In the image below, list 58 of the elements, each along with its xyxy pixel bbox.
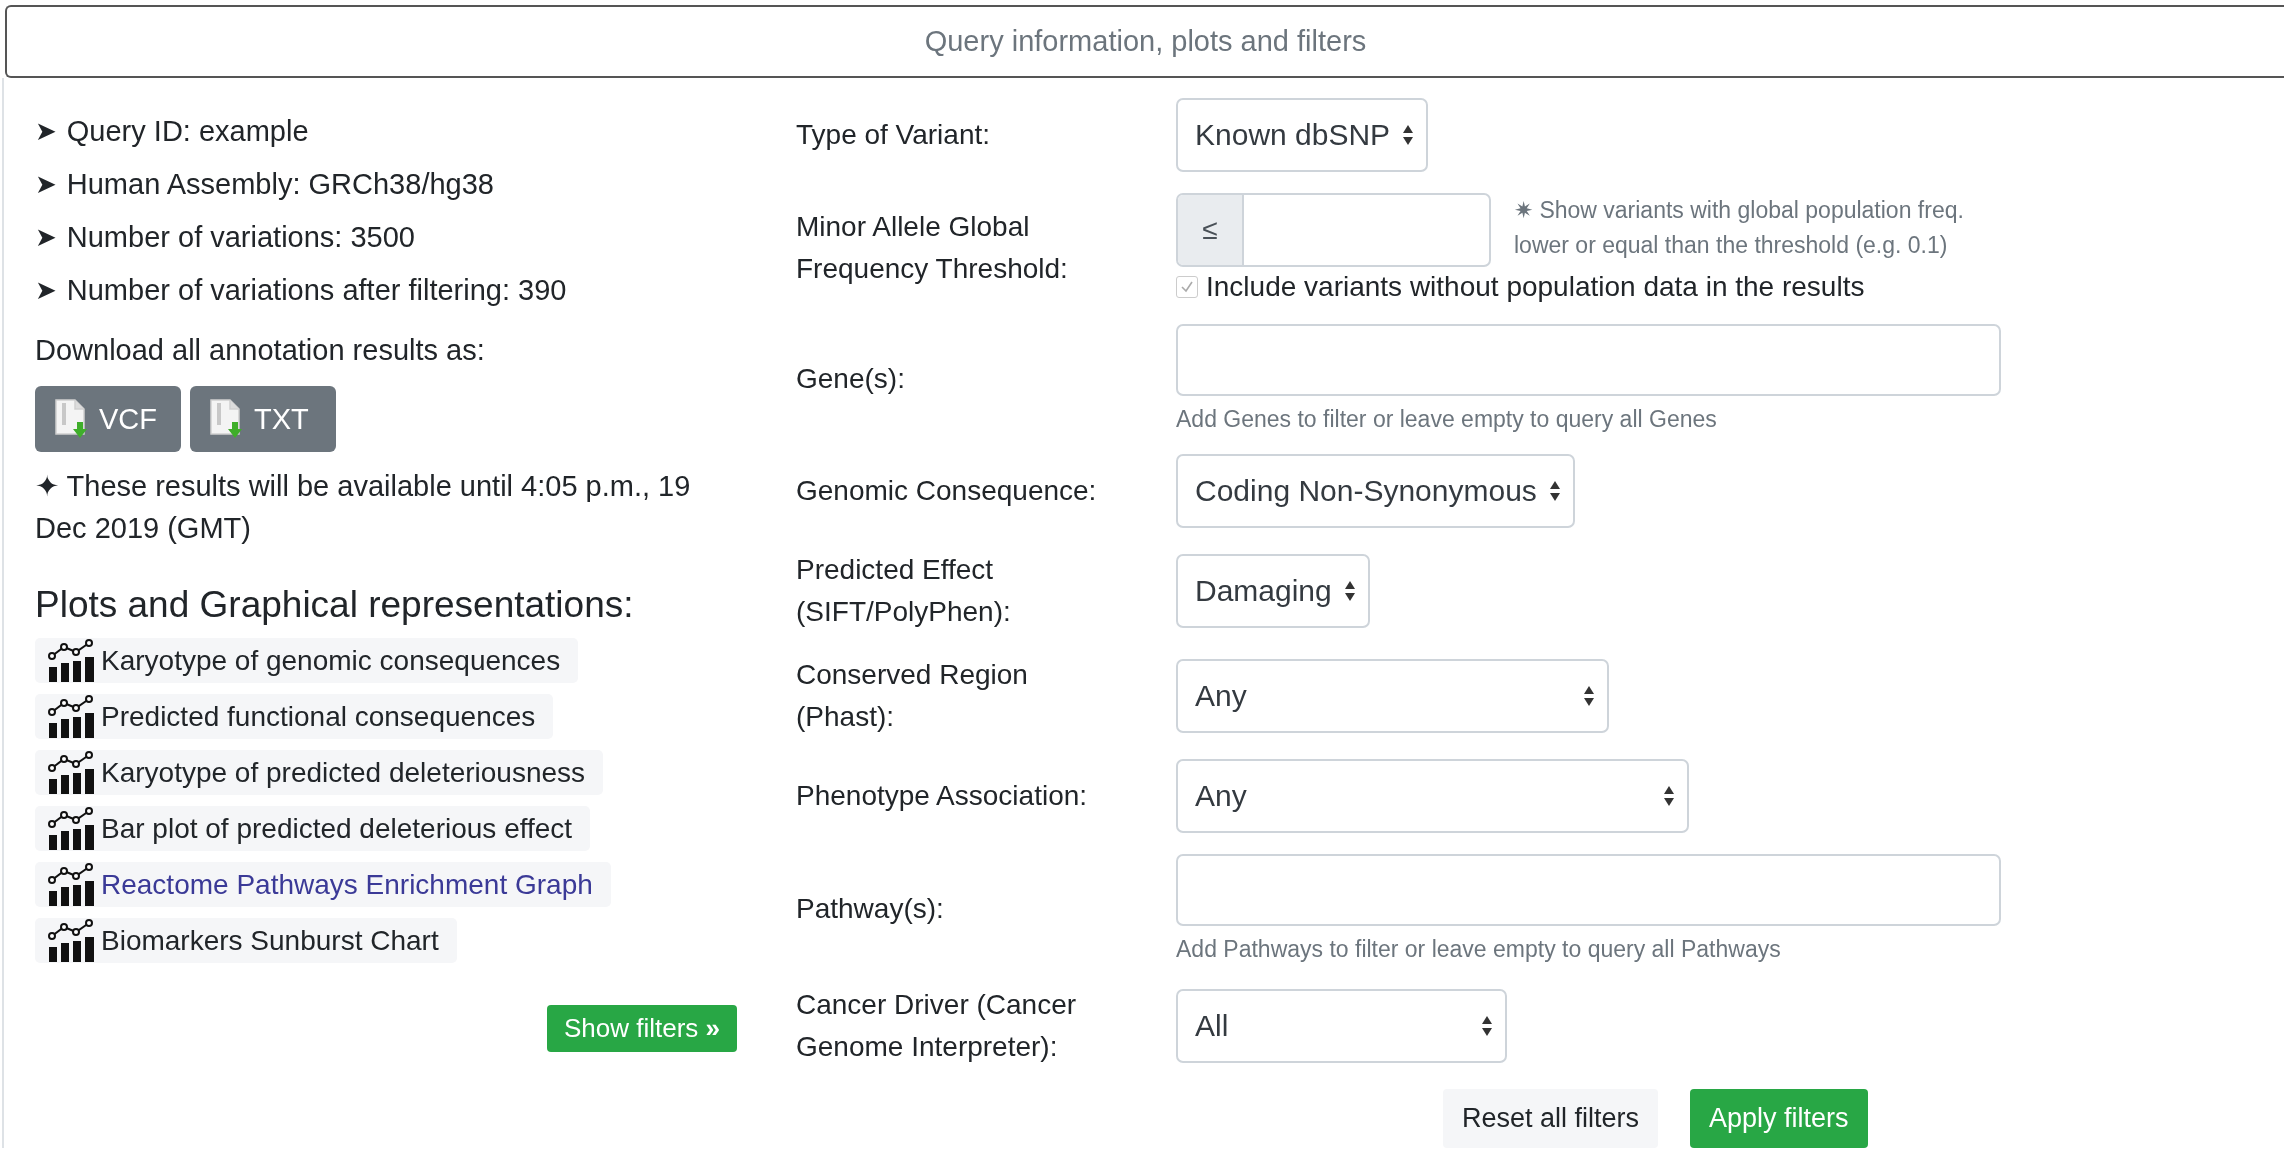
threshold-input[interactable]: ≤ <box>1176 193 1491 267</box>
filter-label: Predicted Effect (SIFT/PolyPhen): <box>796 553 1012 629</box>
caret-icon <box>1343 580 1356 602</box>
plot-link[interactable]: Reactome Pathways Enrichment Graph <box>35 862 611 907</box>
select-dropdown[interactable]: Any <box>1176 659 1609 733</box>
plot-link[interactable]: Biomarkers Sunburst Chart <box>35 918 457 963</box>
plot-link[interactable]: Karyotype of genomic consequences <box>35 638 579 683</box>
checkmark-icon <box>1180 280 1194 294</box>
arrow-bullet: ➤ <box>35 274 57 307</box>
select-dropdown[interactable]: Any <box>1176 759 1689 833</box>
chart-icon <box>47 918 97 963</box>
threshold-hint: ✷ Show variants with global population freq. lower or equal than the threshold (e.g. 0.1) <box>1514 196 1965 260</box>
select-dropdown[interactable]: All <box>1176 989 1507 1063</box>
select-dropdown[interactable]: Coding Non-Synonymous <box>1176 454 1575 528</box>
caret-icon <box>1402 124 1415 146</box>
availability-note: ✦ These results will be available until 4:05 p.m., 19 Dec 2019 (GMT) <box>35 470 691 544</box>
filter-label: Genomic Consequence: <box>796 474 1098 508</box>
filter-label: Type of Variant: <box>796 118 992 152</box>
chart-icon <box>47 862 97 907</box>
query-info-text: Number of variations after filtering: 390 <box>66 273 567 308</box>
action-button[interactable]: Reset all filters <box>1443 1089 1659 1148</box>
caret-icon <box>1663 785 1675 807</box>
download-button[interactable]: TXT <box>190 386 336 452</box>
panel-title: Query information, plots and filters <box>924 25 1367 58</box>
chart-icon <box>47 638 97 683</box>
download-label: Download all annotation results as: <box>35 333 486 368</box>
input-field[interactable] <box>1176 324 2001 396</box>
plot-link[interactable]: Karyotype of predicted deleteriousness <box>35 750 604 795</box>
plot-link[interactable]: Bar plot of predicted deleterious effect <box>35 806 591 851</box>
plot-link[interactable]: Predicted functional consequences <box>35 694 554 739</box>
select-dropdown[interactable]: Damaging <box>1176 554 1370 628</box>
caret-icon <box>1481 1015 1493 1037</box>
arrow-bullet: ➤ <box>35 168 57 201</box>
filter-label: Minor Allele Global Frequency Threshold: <box>796 210 1069 286</box>
select-dropdown[interactable]: Known dbSNP <box>1176 98 1429 172</box>
filter-label: Conserved Region (Phast): <box>796 658 1029 734</box>
caret-icon <box>1548 480 1561 502</box>
checkbox-label: Include variants without population data in the results <box>1206 271 1865 303</box>
chart-icon <box>47 694 97 739</box>
chart-icon <box>47 806 97 851</box>
chart-icon <box>47 750 97 795</box>
filter-label: Cancer Driver (Cancer Genome Interpreter): <box>796 988 1078 1064</box>
help-text: Add Pathways to filter or leave empty to query all Pathways <box>1176 936 1782 963</box>
download-button[interactable]: VCF <box>35 386 181 452</box>
filter-label: Pathway(s): <box>796 891 945 926</box>
query-info-text: Query ID: example <box>66 114 309 149</box>
input-field[interactable] <box>1176 854 2001 926</box>
file-download-icon <box>208 398 244 440</box>
section-heading: Plots and Graphical representations: <box>35 583 635 627</box>
query-info-text: Number of variations: 3500 <box>66 220 415 255</box>
help-text: Add Genes to filter or leave empty to query all Genes <box>1176 406 1718 433</box>
filter-label: Gene(s): <box>796 361 906 396</box>
caret-icon <box>1583 685 1595 707</box>
filter-label: Phenotype Association: <box>796 779 1089 813</box>
arrow-bullet: ➤ <box>35 221 57 254</box>
arrow-bullet: ➤ <box>35 115 57 148</box>
query-info-text: Human Assembly: GRCh38/hg38 <box>66 167 494 202</box>
file-download-icon <box>53 398 89 440</box>
